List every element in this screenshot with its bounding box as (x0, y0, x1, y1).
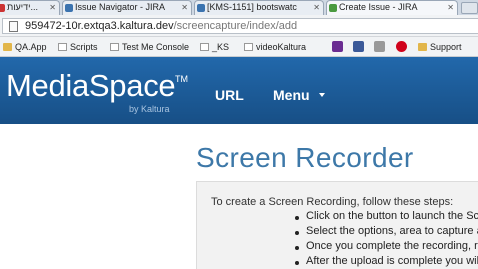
close-icon[interactable]: ✕ (313, 1, 320, 14)
bookmarks-bar: QA.App Scripts Test Me Console _KS video… (0, 37, 478, 57)
address-path: /screencapture/index/add (173, 20, 298, 32)
folder-icon (3, 43, 12, 51)
folder-icon (418, 43, 427, 51)
bookmark-qa-app[interactable]: QA.App (3, 41, 47, 53)
bookmark-scripts[interactable]: Scripts (58, 41, 98, 53)
mediaspace-logo[interactable]: MediaSpace (6, 70, 176, 102)
jira-favicon-icon (329, 4, 337, 12)
bullet-icon (295, 216, 299, 220)
ynet-icon[interactable] (396, 41, 407, 52)
bookmark-label: Test Me Console (122, 42, 190, 52)
page-title: Screen Recorder (196, 142, 414, 173)
step-item: After the upload is complete you will be (306, 255, 478, 267)
tab-strip: ידיעות... ✕ Issue Navigator - JIRA ✕ [KM… (0, 0, 478, 15)
tab-kms-1151[interactable]: [KMS-1151] bootswatc ✕ (194, 0, 324, 15)
new-tab-button[interactable] (461, 2, 478, 14)
mail-icon[interactable] (374, 41, 385, 52)
jira-favicon-icon (65, 4, 73, 12)
step-item: Select the options, area to capture and (306, 225, 478, 237)
close-icon[interactable]: ✕ (181, 1, 188, 14)
page-icon (200, 43, 209, 51)
news-favicon-icon (0, 4, 5, 12)
step-item: Once you complete the recording, review (306, 240, 478, 252)
close-icon[interactable]: ✕ (447, 1, 454, 14)
browser-toolbar: 959472-10r.extqa3.kaltura.dev/screencapt… (0, 15, 478, 37)
page-content: Screen Recorder To create a Screen Recor… (0, 124, 478, 269)
address-host: 959472-10r.extqa3.kaltura.dev (25, 20, 174, 32)
bookmark-label: _KS (212, 42, 230, 52)
yahoo-icon[interactable] (332, 41, 343, 52)
nav-url-link[interactable]: URL (215, 87, 244, 103)
page-icon (244, 43, 253, 51)
tab-label: Create Issue - JIRA (339, 2, 418, 12)
tab-issue-navigator[interactable]: Issue Navigator - JIRA ✕ (62, 0, 192, 15)
chevron-down-icon (319, 93, 325, 97)
bookmark-label: Scripts (70, 42, 98, 52)
close-icon[interactable]: ✕ (49, 1, 56, 14)
bookmark-ks[interactable]: _KS (200, 41, 229, 53)
bookmark-support[interactable]: Support (418, 41, 462, 53)
bookmark-test-me-console[interactable]: Test Me Console (110, 41, 189, 53)
tab-label: Issue Navigator - JIRA (75, 2, 166, 12)
page-icon (110, 43, 119, 51)
bookmark-label: videoKaltura (256, 42, 307, 52)
logo-byline: by Kaltura (129, 104, 170, 114)
bookmark-label: Support (430, 42, 462, 52)
facebook-icon[interactable] (353, 41, 364, 52)
instructions-panel: To create a Screen Recording, follow the… (196, 181, 478, 269)
bullet-icon (295, 261, 299, 265)
page-icon (58, 43, 67, 51)
jira-favicon-icon (197, 4, 205, 12)
tab-label: [KMS-1151] bootswatc (207, 2, 297, 12)
logo-trademark: TM (175, 74, 188, 84)
bookmark-label: QA.App (15, 42, 47, 52)
tab-hebrew-news[interactable]: ידיעות... ✕ (0, 0, 60, 15)
address-bar[interactable]: 959472-10r.extqa3.kaltura.dev/screencapt… (2, 18, 478, 34)
step-item: Click on the button to launch the Screen… (306, 210, 478, 222)
bullet-icon (295, 231, 299, 235)
page-icon (9, 21, 18, 32)
bullet-icon (295, 246, 299, 250)
instructions-intro: To create a Screen Recording, follow the… (211, 196, 454, 208)
nav-menu-dropdown[interactable]: Menu (273, 87, 310, 103)
tab-create-issue[interactable]: Create Issue - JIRA ✕ (326, 0, 458, 15)
site-header: MediaSpace TM by Kaltura URL Menu (0, 57, 478, 124)
tab-label: ידיעות... (7, 2, 38, 12)
bookmark-videokaltura[interactable]: videoKaltura (244, 41, 306, 53)
